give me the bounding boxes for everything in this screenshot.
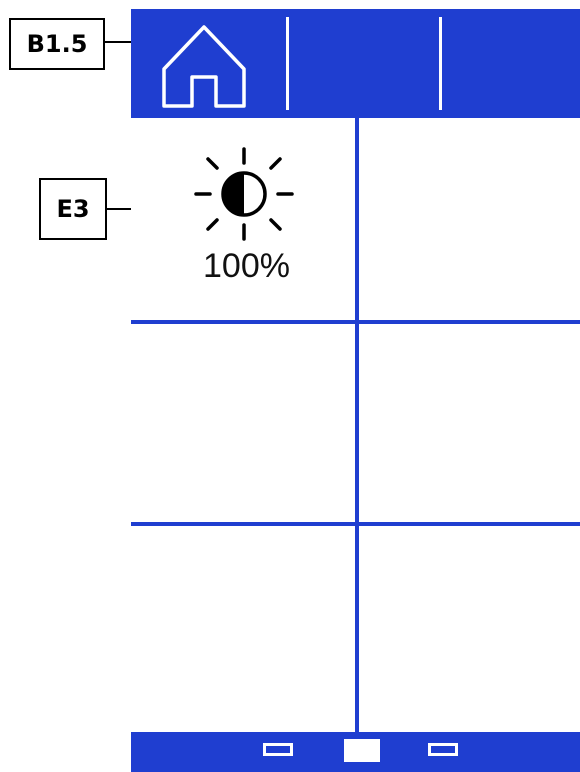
empty-tile bbox=[359, 324, 580, 522]
empty-tile bbox=[359, 118, 580, 320]
empty-tile bbox=[131, 324, 355, 522]
device-screen: 100% bbox=[131, 9, 580, 772]
top-bar bbox=[131, 9, 580, 118]
top-bar-divider bbox=[439, 17, 442, 110]
home-icon bbox=[162, 25, 246, 108]
callout-home: B1.5 bbox=[9, 18, 105, 70]
page-indicator-2-active[interactable] bbox=[344, 739, 380, 762]
home-button[interactable] bbox=[161, 21, 247, 109]
empty-tile bbox=[359, 526, 580, 732]
page-indicator-3[interactable] bbox=[428, 743, 458, 756]
callout-brightness: E3 bbox=[39, 178, 107, 240]
empty-tile bbox=[131, 526, 355, 732]
top-bar-divider bbox=[286, 17, 289, 110]
bottom-bar bbox=[131, 732, 580, 772]
brightness-icon bbox=[194, 147, 294, 241]
brightness-tile[interactable]: 100% bbox=[189, 145, 299, 295]
brightness-value: 100% bbox=[203, 247, 290, 285]
page-indicator-1[interactable] bbox=[263, 743, 293, 756]
